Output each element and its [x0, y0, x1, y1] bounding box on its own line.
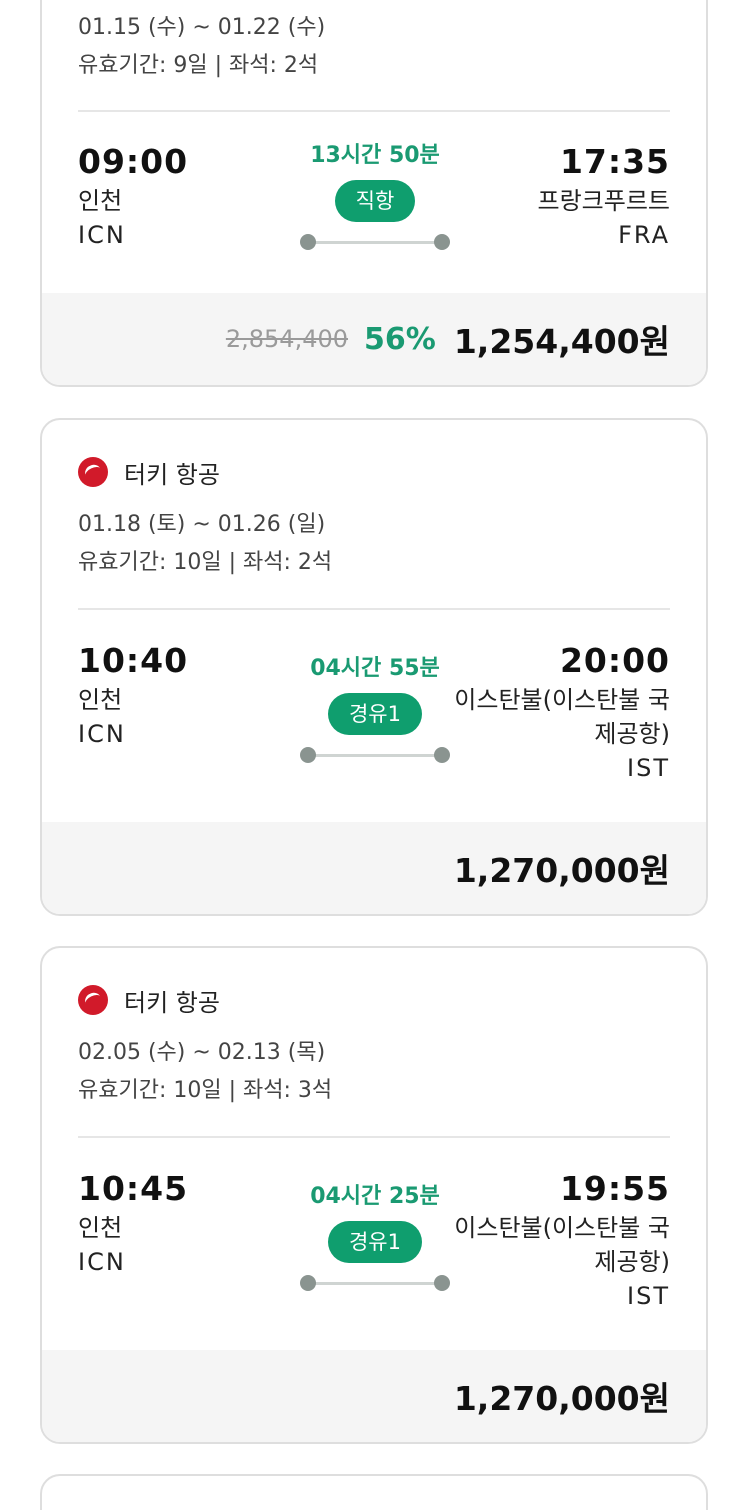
arrival: 19:55 이스탄불(이스탄불 국 제공항) IST	[454, 1167, 670, 1313]
original-price: 2,854,400	[225, 325, 349, 353]
arrival-city-line1: 이스탄불(이스탄불 국	[454, 1214, 670, 1242]
airline-row: 터키 항공	[78, 452, 670, 492]
travel-dates: 01.18 (토) ~ 01.26 (일)	[78, 512, 326, 537]
airline-name: 터키 항공	[124, 988, 220, 1017]
flight-duration: 04시간 25분	[310, 1184, 440, 1209]
arrival-code: FRA	[618, 221, 670, 249]
flight-card[interactable]	[40, 1474, 708, 1510]
stopover-badge: 경유1	[328, 693, 422, 735]
price-bar: 1,270,000원	[42, 822, 706, 914]
arrival-city-line2: 제공항)	[594, 1248, 670, 1276]
departure: 09:00 인천 ICN	[78, 140, 188, 252]
departure-city: 인천	[78, 686, 123, 714]
divider	[78, 608, 670, 610]
flight-results-page: 01.15 (수) ~ 01.22 (수) 유효기간: 9일 | 좌석: 2석 …	[0, 0, 750, 1510]
flight-card[interactable]: 터키 항공 01.18 (토) ~ 01.26 (일) 유효기간: 10일 | …	[40, 418, 708, 916]
turkish-airlines-logo-icon	[78, 985, 108, 1015]
arrival-time: 19:55	[559, 1169, 670, 1208]
divider	[78, 110, 670, 112]
arrival: 17:35 프랑크푸르트 FRA	[538, 140, 670, 252]
route-bar	[308, 1282, 442, 1285]
departure-city: 인천	[78, 187, 123, 215]
origin-dot	[300, 1275, 316, 1291]
travel-dates: 02.05 (수) ~ 02.13 (목)	[78, 1040, 326, 1065]
arrival-time: 20:00	[559, 641, 670, 680]
discount-rate: 56%	[364, 321, 436, 357]
route-line	[300, 234, 450, 250]
flight-duration: 04시간 55분	[310, 656, 440, 681]
destination-dot	[434, 747, 450, 763]
route-bar	[308, 241, 442, 244]
price-bar: 1,270,000원	[42, 1350, 706, 1442]
departure-time: 10:40	[78, 641, 189, 680]
turkish-airlines-logo-icon	[78, 457, 108, 487]
final-price: 1,254,400원	[453, 322, 670, 361]
arrival-city: 프랑크푸르트	[537, 187, 670, 215]
arrival-code: IST	[627, 754, 670, 782]
destination-dot	[434, 234, 450, 250]
flight-card[interactable]: 터키 항공 02.05 (수) ~ 02.13 (목) 유효기간: 10일 | …	[40, 946, 708, 1444]
destination-dot	[434, 1275, 450, 1291]
flight-middle: 04시간 25분 경유1	[300, 1181, 450, 1291]
flight-route: 10:40 인천 ICN 04시간 55분 경유1 20:00 이스탄불(이스탄…	[78, 639, 670, 839]
origin-dot	[300, 747, 316, 763]
final-price: 1,270,000원	[453, 1379, 670, 1418]
arrival-city-line2: 제공항)	[594, 720, 670, 748]
departure-code: ICN	[78, 1248, 126, 1276]
departure: 10:45 인천 ICN	[78, 1167, 188, 1279]
departure-time: 09:00	[78, 142, 189, 181]
arrival-code: IST	[627, 1282, 670, 1310]
departure-code: ICN	[78, 221, 126, 249]
origin-dot	[300, 234, 316, 250]
final-price: 1,270,000원	[453, 851, 670, 890]
price-bar: 2,854,400 56% 1,254,400원	[42, 293, 706, 385]
validity-seats: 유효기간: 10일 | 좌석: 3석	[78, 1078, 333, 1103]
route-bar	[308, 754, 442, 757]
validity-seats: 유효기간: 10일 | 좌석: 2석	[78, 550, 333, 575]
stopover-badge: 경유1	[328, 1221, 422, 1263]
direct-badge: 직항	[335, 180, 415, 222]
departure: 10:40 인천 ICN	[78, 639, 188, 751]
airline-name: 터키 항공	[124, 460, 220, 489]
arrival-time: 17:35	[559, 142, 670, 181]
departure-time: 10:45	[78, 1169, 189, 1208]
arrival: 20:00 이스탄불(이스탄불 국 제공항) IST	[454, 639, 670, 785]
route-line	[300, 747, 450, 763]
flight-route: 10:45 인천 ICN 04시간 25분 경유1 19:55 이스탄불(이스탄…	[78, 1167, 670, 1367]
airline-row: 터키 항공	[78, 980, 670, 1020]
divider	[78, 1136, 670, 1138]
travel-dates: 01.15 (수) ~ 01.22 (수)	[78, 15, 326, 40]
departure-city: 인천	[78, 1214, 123, 1242]
departure-code: ICN	[78, 720, 126, 748]
flight-middle: 04시간 55분 경유1	[300, 653, 450, 763]
route-line	[300, 1275, 450, 1291]
flight-card[interactable]: 01.15 (수) ~ 01.22 (수) 유효기간: 9일 | 좌석: 2석 …	[40, 0, 708, 387]
flight-middle: 13시간 50분 직항	[300, 140, 450, 250]
flight-duration: 13시간 50분	[310, 143, 440, 168]
arrival-city-line1: 이스탄불(이스탄불 국	[454, 686, 670, 714]
validity-seats: 유효기간: 9일 | 좌석: 2석	[78, 53, 319, 78]
